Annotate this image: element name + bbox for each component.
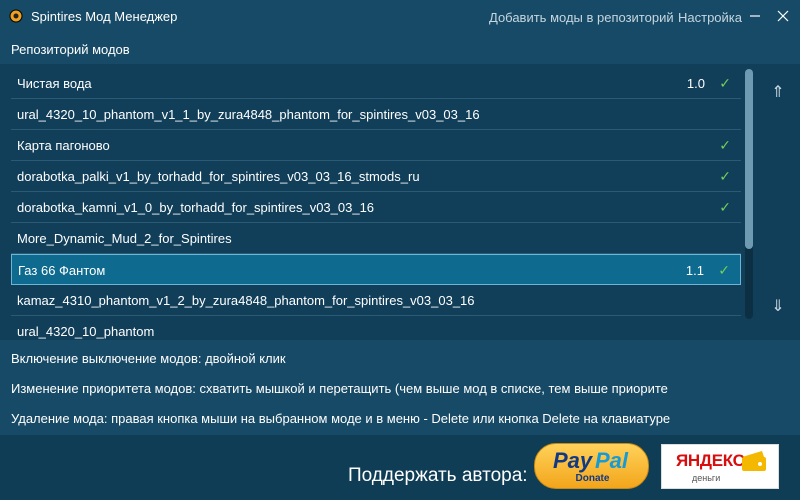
paypal-pal-text: Pal	[595, 448, 629, 473]
check-icon: ✓	[719, 168, 731, 184]
mod-version: 1.0	[686, 76, 705, 91]
mod-row-selected[interactable]: Газ 66 Фантом 1.1 ✓	[11, 254, 741, 285]
help-toggle-text: Включение выключение модов: двойной клик	[11, 351, 286, 366]
mod-row[interactable]: dorabotka_palki_v1_by_torhadd_for_spinti…	[11, 161, 741, 192]
mod-version: 1.1	[685, 263, 704, 278]
mod-list-panel: Чистая вода 1.0 ✓ ural_4320_10_phantom_v…	[0, 64, 800, 340]
close-icon	[777, 10, 789, 22]
mod-row[interactable]: More_Dynamic_Mud_2_for_Spintires	[11, 223, 741, 254]
mod-name: Карта пагоново	[17, 138, 110, 153]
help-delete-text: Удаление мода: правая кнопка мыши на выб…	[11, 411, 671, 426]
title-bar: Spintires Мод Менеджер Добавить моды в р…	[0, 0, 800, 32]
yandex-word: ЯНДЕКС	[676, 451, 745, 470]
app-title: Spintires Мод Менеджер	[31, 9, 178, 24]
mod-row[interactable]: Карта пагоново ✓	[11, 130, 741, 161]
mod-row[interactable]: Чистая вода 1.0 ✓	[11, 68, 741, 99]
paypal-pay-text: Pay	[553, 448, 593, 473]
check-icon: ✓	[719, 199, 731, 215]
mod-row[interactable]: dorabotka_kamni_v1_0_by_torhadd_for_spin…	[11, 192, 741, 223]
spintires-gear-icon	[9, 9, 23, 23]
mod-name: dorabotka_palki_v1_by_torhadd_for_spinti…	[17, 169, 420, 184]
yandex-wallet-icon	[742, 451, 766, 471]
check-icon: ✓	[719, 137, 731, 153]
mod-row[interactable]: ural_4320_10_phantom	[11, 316, 741, 340]
move-up-arrow-icon[interactable]: ⇑	[768, 82, 788, 104]
mod-name: ural_4320_10_phantom	[17, 324, 155, 339]
check-icon: ✓	[719, 75, 731, 91]
repository-label: Репозиторий модов	[11, 42, 130, 57]
minimize-icon	[750, 15, 760, 17]
add-mods-link[interactable]: Добавить моды в репозиторий	[489, 10, 674, 25]
scrollbar[interactable]	[745, 69, 753, 319]
check-icon: ✓	[718, 262, 730, 278]
help-priority-text: Изменение приоритета модов: схватить мыш…	[11, 381, 668, 396]
yandex-money-button[interactable]: ЯНДЕКС деньги	[661, 444, 779, 489]
mod-list[interactable]: Чистая вода 1.0 ✓ ural_4320_10_phantom_v…	[11, 68, 741, 340]
mod-name: dorabotka_kamni_v1_0_by_torhadd_for_spin…	[17, 200, 375, 215]
minimize-button[interactable]	[740, 2, 770, 30]
mod-name: Газ 66 Фантом	[18, 263, 106, 278]
mod-name: kamaz_4310_phantom_v1_2_by_zura4848_phan…	[17, 293, 475, 308]
yandex-money-text: деньги	[692, 473, 721, 483]
paypal-donate-button[interactable]: Pay Pal Donate	[534, 443, 649, 489]
settings-link[interactable]: Настройка	[678, 10, 742, 25]
mod-name: ural_4320_10_phantom_v1_1_by_zura4848_ph…	[17, 107, 480, 122]
move-down-arrow-icon[interactable]: ⇓	[768, 296, 788, 318]
paypal-donate-text: Donate	[575, 473, 610, 484]
mod-row[interactable]: ural_4320_10_phantom_v1_1_by_zura4848_ph…	[11, 99, 741, 130]
scroll-thumb[interactable]	[745, 69, 753, 249]
mod-row[interactable]: kamaz_4310_phantom_v1_2_by_zura4848_phan…	[11, 285, 741, 316]
close-button[interactable]	[768, 2, 798, 30]
support-label: Поддержать автора:	[348, 465, 528, 486]
mod-name: More_Dynamic_Mud_2_for_Spintires	[17, 231, 232, 246]
mod-name: Чистая вода	[17, 76, 92, 91]
